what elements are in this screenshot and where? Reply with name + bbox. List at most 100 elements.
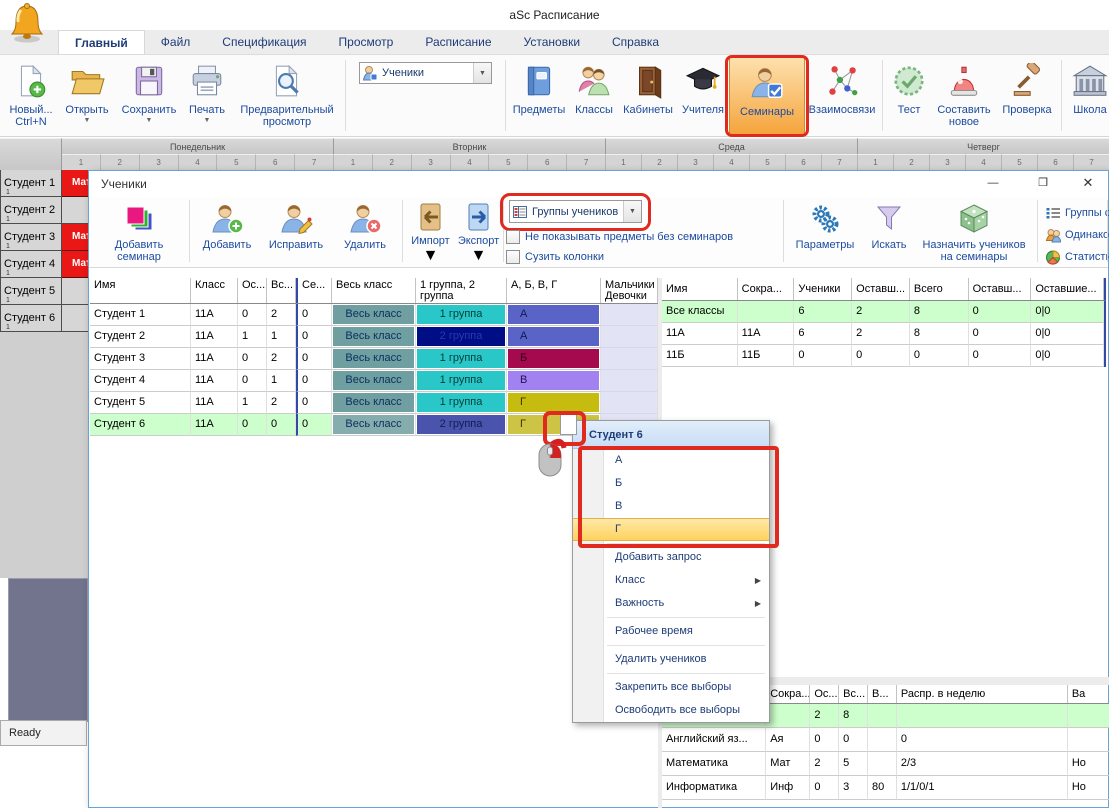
ribbon-button-Школа[interactable]: Школа (1065, 55, 1109, 136)
seminar-choice-cell[interactable]: 1 группа (417, 305, 505, 324)
column-header[interactable]: Оставш... (852, 278, 910, 300)
link-button-Статистика[interactable]: Статистика (1045, 248, 1109, 266)
ribbon-button-Сохранить[interactable]: Сохранить▼ (116, 55, 182, 136)
dialog-button-Параметры[interactable]: Параметры (789, 199, 861, 265)
ribbon-button-Тест[interactable]: Тест (886, 55, 932, 136)
seminar-choice-cell[interactable]: Весь класс (333, 327, 414, 346)
dialog-button-Удалить[interactable]: Удалить (331, 199, 399, 265)
subject-row-Математика[interactable]: МатематикаМат252/3Но (662, 752, 1109, 776)
menu-item-Добавить запрос[interactable]: Добавить запрос (573, 546, 769, 569)
seminar-choice-cell[interactable]: 1 группа (417, 371, 505, 390)
student-row-Студент 4[interactable]: Студент 411А010Весь класс1 группаВ (90, 370, 658, 392)
ribbon-button-Предметы[interactable]: Предметы (509, 55, 569, 136)
class-row-11Б[interactable]: 11Б11Б00000|0 (662, 345, 1106, 367)
cell-edit-button[interactable] (560, 414, 577, 435)
student-row-Студент 5[interactable]: Студент 511А120Весь класс1 группаГ (90, 392, 658, 414)
schedule-row-Студент 6[interactable]: Студент 61 (0, 305, 62, 332)
seminar-choice-cell[interactable]: А (508, 327, 599, 346)
column-header[interactable]: Ученики (794, 278, 852, 300)
seminar-choice-cell[interactable]: А (508, 305, 599, 324)
combo-arrow-icon[interactable]: ▼ (473, 63, 491, 83)
class-row-11А[interactable]: 11А11А62800|0 (662, 323, 1106, 345)
menu-choice-А[interactable]: А (573, 449, 769, 472)
seminar-choice-cell[interactable]: Б (508, 349, 599, 368)
ribbon-button-Печать[interactable]: Печать▼ (182, 55, 232, 136)
ribbon-button-Взаимосвязи[interactable]: Взаимосвязи (805, 55, 879, 136)
seminar-choice-cell[interactable]: 2 группа (417, 415, 505, 434)
ribbon-button-Составить[interactable]: Составить новое (932, 55, 996, 136)
seminar-choice-cell[interactable]: Весь класс (333, 415, 414, 434)
seminar-choice-cell[interactable]: Весь класс (333, 305, 414, 324)
column-header[interactable]: Сокра... (738, 278, 795, 300)
dialog-button-Добавить[interactable]: Добавить семинар (93, 199, 185, 265)
maximize-button[interactable]: ❒ (1029, 171, 1057, 195)
schedule-row-Студент 4[interactable]: Студент 41 (0, 251, 62, 278)
column-header[interactable]: Мальчики Девочки (601, 278, 658, 303)
checkbox-unchecked[interactable] (506, 250, 520, 264)
seminar-choice-cell[interactable]: 2 группа (417, 327, 505, 346)
tab-Расписание[interactable]: Расписание (409, 30, 507, 54)
seminar-choice-cell[interactable]: Весь класс (333, 371, 414, 390)
seminar-choice-cell[interactable]: Весь класс (333, 349, 414, 368)
dialog-button-Экспорт[interactable]: Экспорт▼ (455, 199, 502, 265)
boys-girls-cell[interactable] (601, 392, 658, 414)
menu-choice-В[interactable]: В (573, 495, 769, 518)
seminar-choice-cell[interactable]: 1 группа (417, 393, 505, 412)
view-selector-combo[interactable]: Ученики▼ (359, 62, 492, 84)
link-button-Группы семинаров[interactable]: Группы семинаров (1045, 204, 1109, 222)
ribbon-button-Открыть[interactable]: Открыть▼ (58, 55, 116, 136)
ribbon-button-Учителя[interactable]: Учителя (677, 55, 729, 136)
seminar-choice-cell[interactable]: В (508, 371, 599, 390)
student-row-Студент 1[interactable]: Студент 111А020Весь класс1 группаА (90, 304, 658, 326)
column-header[interactable]: Имя (90, 278, 191, 303)
schedule-row-Студент 1[interactable]: Студент 11 (0, 170, 62, 197)
column-header[interactable]: Вс... (267, 278, 296, 303)
dialog-button-Добавить[interactable]: Добавить (193, 199, 261, 265)
menu-choice-Б[interactable]: Б (573, 472, 769, 495)
column-header[interactable]: Се... (296, 278, 332, 303)
tab-Главный[interactable]: Главный (58, 30, 145, 54)
column-header[interactable]: 1 группа, 2 группа (416, 278, 507, 303)
dialog-button-Искать[interactable]: Искать (863, 199, 915, 265)
menu-item-Освободить все выборы[interactable]: Освободить все выборы (573, 699, 769, 722)
boys-girls-cell[interactable] (601, 370, 658, 392)
seminar-choice-cell[interactable]: Г (508, 393, 599, 412)
menu-item-Закрепить все выборы[interactable]: Закрепить все выборы (573, 676, 769, 699)
column-header[interactable]: Распр. в неделю (897, 685, 1068, 703)
column-header[interactable]: Сокра... (766, 685, 810, 703)
dialog-button-Импорт[interactable]: Импорт▼ (407, 199, 454, 265)
seminar-choice-cell[interactable]: Весь класс (333, 393, 414, 412)
ribbon-button-Предварительный[interactable]: Предварительный просмотр (232, 55, 342, 136)
ribbon-button-Новый...[interactable]: Новый... Ctrl+N (4, 55, 58, 136)
tab-Установки[interactable]: Установки (508, 30, 596, 54)
column-header[interactable]: Класс (191, 278, 238, 303)
minimize-button[interactable]: — (979, 171, 1007, 195)
column-header[interactable]: Весь класс (332, 278, 416, 303)
menu-item-Удалить учеников[interactable]: Удалить учеников (573, 648, 769, 671)
boys-girls-cell[interactable] (601, 326, 658, 348)
student-row-Студент 3[interactable]: Студент 311А020Весь класс1 группаБ (90, 348, 658, 370)
column-header[interactable]: Ос... (810, 685, 839, 703)
schedule-row-Студент 5[interactable]: Студент 51 (0, 278, 62, 305)
boys-girls-cell[interactable] (601, 348, 658, 370)
column-header[interactable]: Ва (1068, 685, 1109, 703)
menu-choice-Г[interactable]: Г (573, 518, 769, 541)
menu-item-Рабочее время[interactable]: Рабочее время (573, 620, 769, 643)
ribbon-button-Кабинеты[interactable]: Кабинеты (619, 55, 677, 136)
tab-Просмотр[interactable]: Просмотр (323, 30, 410, 54)
schedule-row-Студент 3[interactable]: Студент 31 (0, 224, 62, 251)
asc-bell-logo-icon[interactable] (8, 2, 46, 49)
ribbon-button-Семинары[interactable]: Семинары (729, 56, 805, 136)
ribbon-button-Проверка[interactable]: Проверка (996, 55, 1058, 136)
column-header[interactable]: Имя (662, 278, 738, 300)
dialog-button-Назначить учеников[interactable]: Назначить учеников на семинары (917, 199, 1031, 265)
student-row-Студент 2[interactable]: Студент 211А110Весь класс2 группаА (90, 326, 658, 348)
subject-row-Английский яз...[interactable]: Английский яз...Ая000 (662, 728, 1109, 752)
tab-Справка[interactable]: Справка (596, 30, 675, 54)
column-header[interactable]: Оставшие... (1031, 278, 1104, 300)
tab-Файл[interactable]: Файл (145, 30, 207, 54)
link-button-Одинаковые выборы[interactable]: Одинаковые выборы (1045, 226, 1109, 244)
subject-row-Информатика[interactable]: ИнформатикаИнф03801/1/0/1Но (662, 776, 1109, 800)
dialog-button-Исправить[interactable]: Исправить (262, 199, 330, 265)
menu-item-Класс[interactable]: Класс▶ (573, 569, 769, 592)
